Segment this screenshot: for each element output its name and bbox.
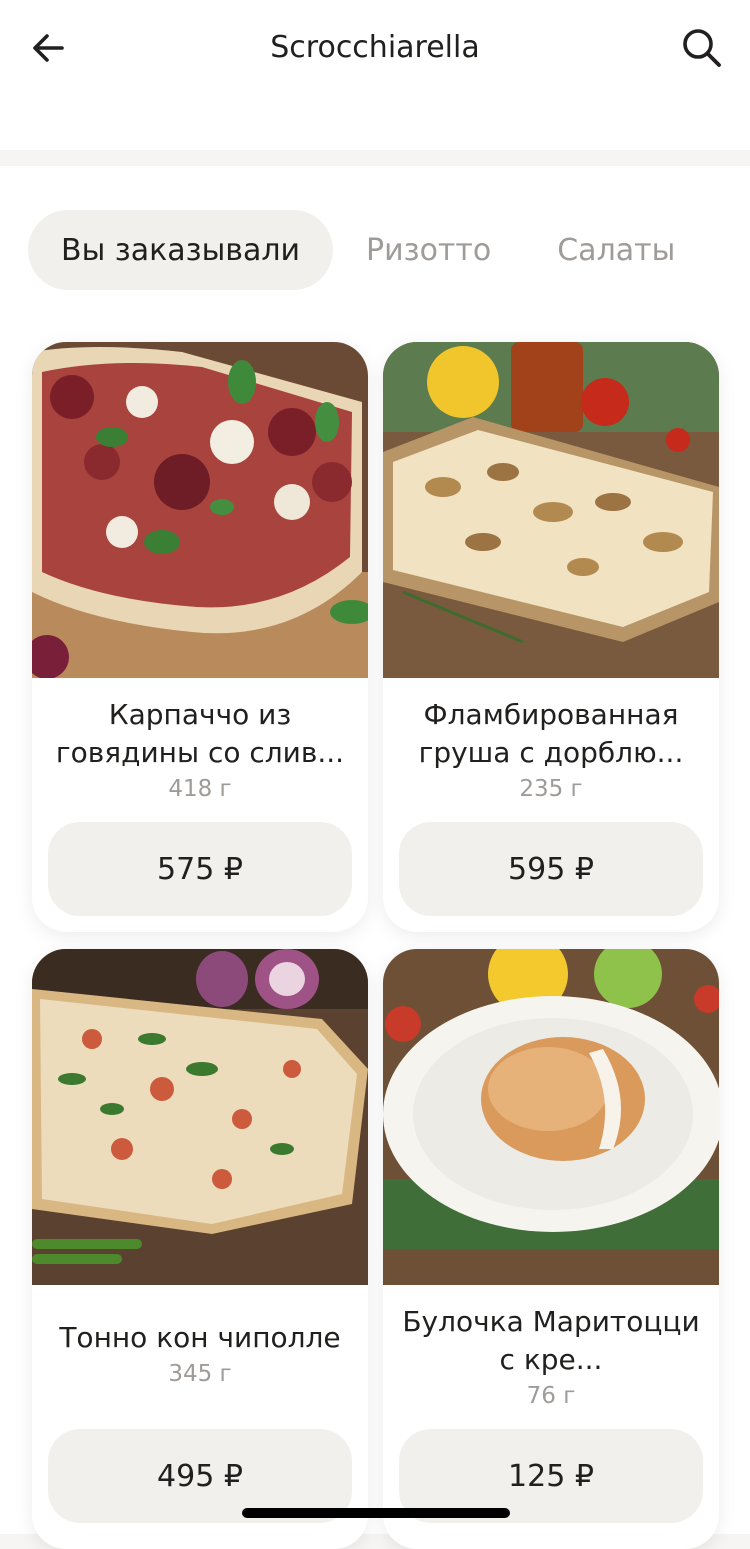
search-icon <box>683 29 721 67</box>
tab-salads[interactable]: Салаты <box>524 210 708 290</box>
product-image-pizza-pear-dorblu <box>383 342 719 678</box>
product-card[interactable]: Карпаччо из говядины со слив... 418 г 57… <box>32 342 368 932</box>
product-card[interactable]: Булочка Маритоцци с кре... 76 г 125 ₽ <box>383 949 719 1549</box>
product-image-pizza-tonno <box>32 949 368 1285</box>
product-name: Фламбированная груша с дорблю... <box>418 698 684 769</box>
product-weight: 235 г <box>519 776 583 802</box>
product-name: Карпаччо из говядины со слив... <box>55 698 345 769</box>
product-weight: 418 г <box>168 776 232 802</box>
page-title: Scrocchiarella <box>270 30 480 65</box>
price-button[interactable]: 575 ₽ <box>48 822 352 916</box>
product-card[interactable]: Фламбированная груша с дорблю... 235 г 5… <box>383 342 719 932</box>
search-button[interactable] <box>678 24 726 72</box>
header: Scrocchiarella <box>0 0 750 150</box>
tab-ordered[interactable]: Вы заказывали <box>28 210 334 290</box>
product-image-maritozzo-bun <box>383 949 719 1285</box>
product-card[interactable]: Тонно кон чиполле 345 г 495 ₽ <box>32 949 368 1549</box>
home-indicator <box>242 1508 510 1518</box>
main-content: Вы заказывали Ризотто Салаты Карпаччо из… <box>0 166 750 1549</box>
category-tabs: Вы заказывали Ризотто Салаты <box>28 210 708 290</box>
product-name: Тонно кон чиполле <box>59 1321 341 1354</box>
tab-risotto[interactable]: Ризотто <box>333 210 524 290</box>
product-weight: 76 г <box>526 1383 576 1409</box>
price-button[interactable]: 595 ₽ <box>399 822 703 916</box>
product-name: Булочка Маритоцци с кре... <box>402 1305 700 1376</box>
product-weight: 345 г <box>168 1361 232 1387</box>
product-image-pizza-carpaccio <box>32 342 368 678</box>
